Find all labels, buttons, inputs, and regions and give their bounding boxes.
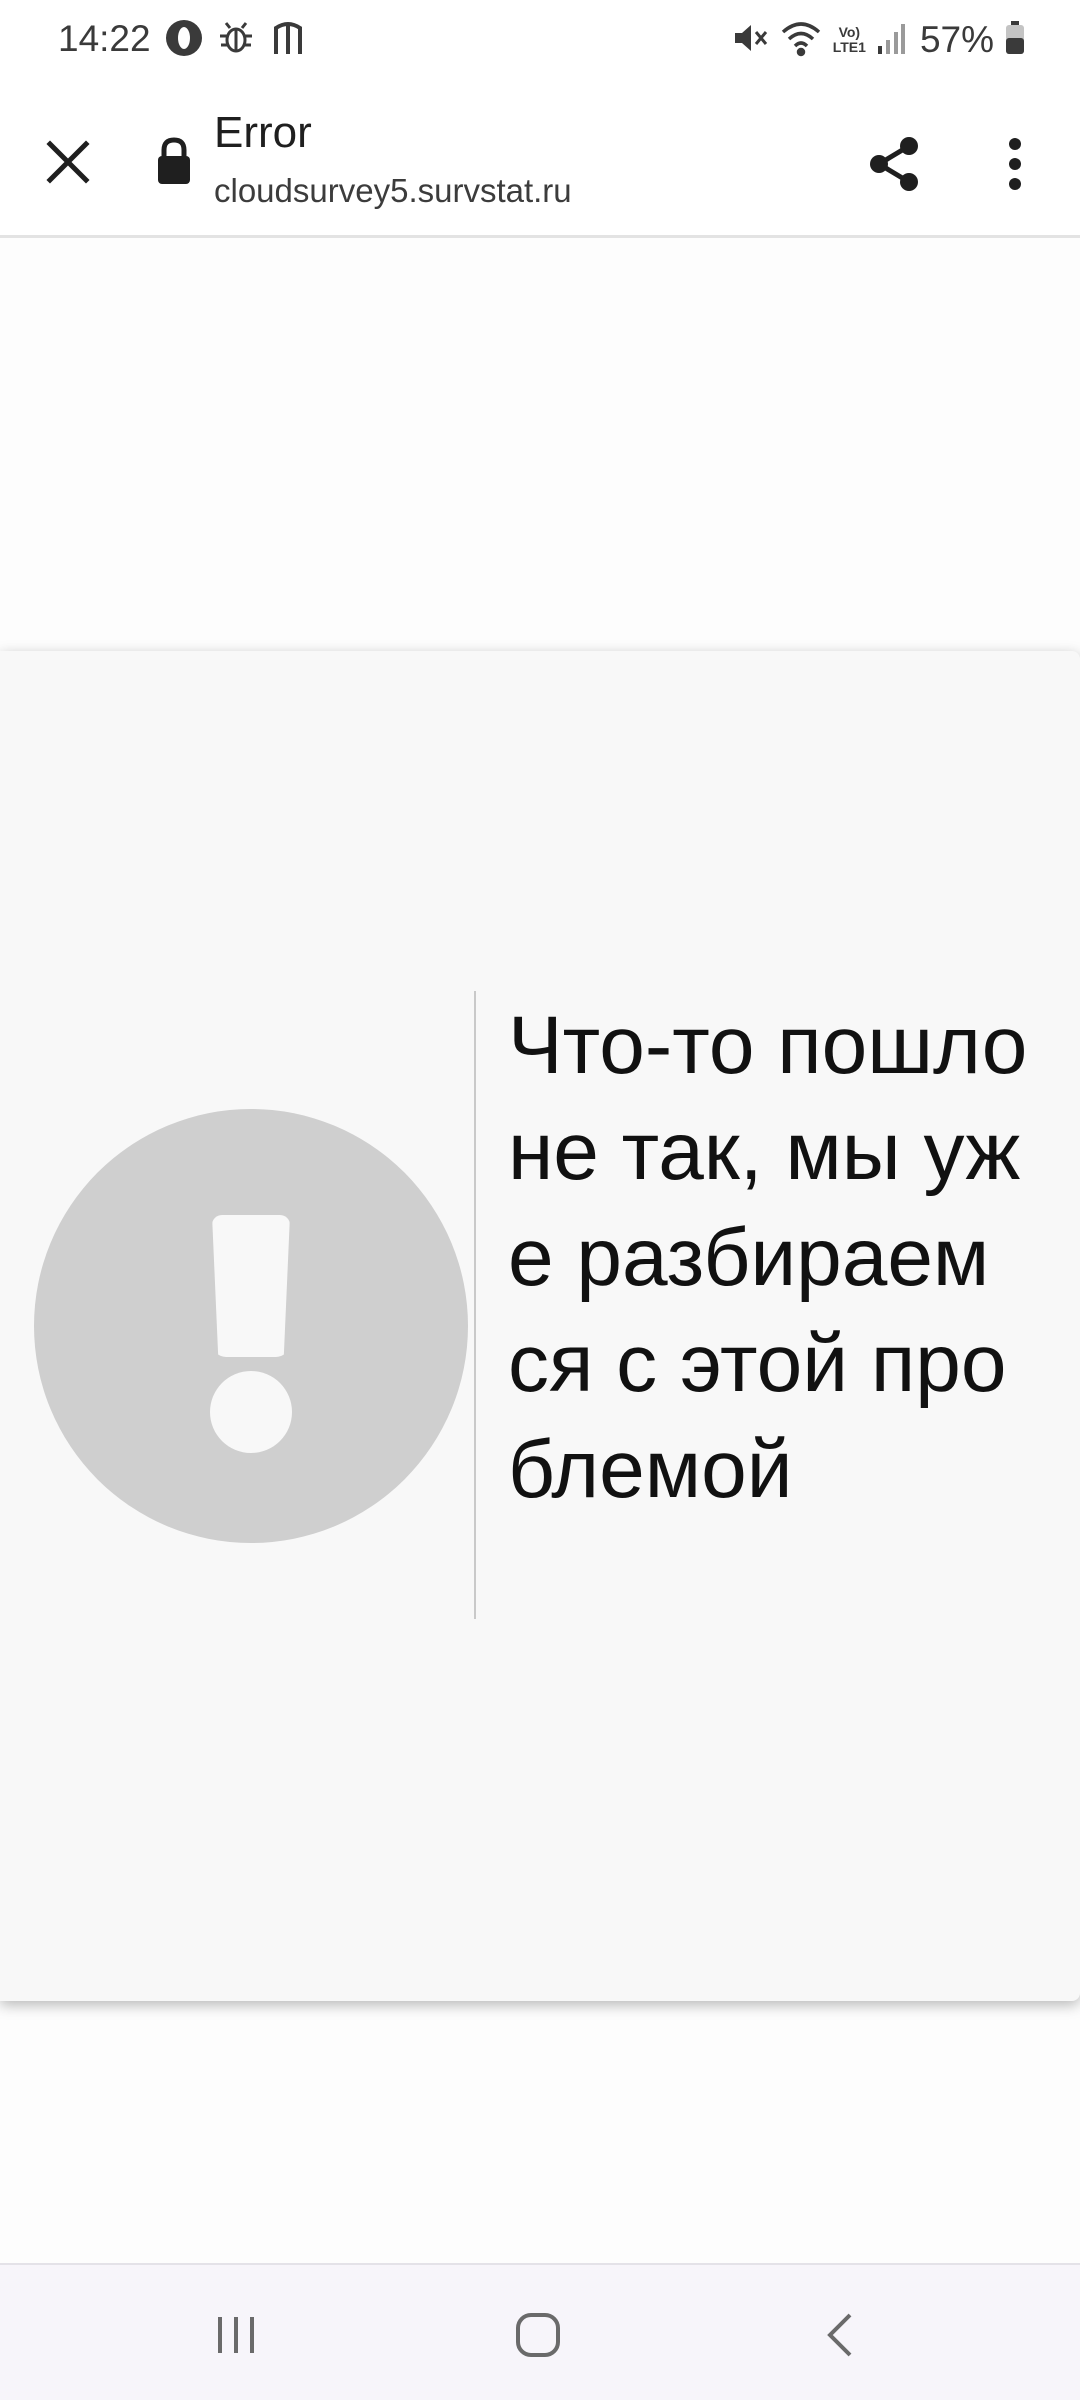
back-button[interactable] xyxy=(790,2295,890,2375)
lock-icon[interactable] xyxy=(156,136,192,186)
recent-apps-button[interactable] xyxy=(186,2295,286,2375)
network-label: Vo) LTE1 xyxy=(833,25,866,55)
opera-icon xyxy=(164,18,204,63)
app-icon xyxy=(268,18,308,63)
status-bar: 14:22 Vo) LTE1 57% xyxy=(0,0,1080,80)
share-button[interactable] xyxy=(852,122,936,206)
more-vert-icon xyxy=(1009,138,1021,190)
wifi-icon xyxy=(779,18,823,63)
share-icon xyxy=(870,137,918,191)
home-button[interactable] xyxy=(488,2295,588,2375)
status-time: 14:22 xyxy=(58,18,151,59)
exclamation-icon xyxy=(212,1215,290,1357)
signal-icon xyxy=(876,20,906,61)
volte-label: Vo) xyxy=(838,24,861,40)
recent-apps-icon xyxy=(218,2317,254,2353)
lte-label: LTE1 xyxy=(832,39,866,55)
more-options-button[interactable] xyxy=(980,122,1050,206)
status-notification-icons xyxy=(164,18,308,62)
error-icon-circle xyxy=(34,1109,468,1543)
web-content: Что-то пошло не так, мы уже разбираемся … xyxy=(0,241,1080,2263)
back-icon xyxy=(827,2313,852,2357)
divider xyxy=(474,991,476,1619)
battery-icon xyxy=(1004,20,1026,61)
close-button[interactable] xyxy=(28,122,108,202)
bug-icon xyxy=(216,18,256,63)
error-message: Что-то пошло не так, мы уже разбираемся … xyxy=(508,1000,1028,1515)
navigation-bar xyxy=(0,2263,1080,2400)
page-url[interactable]: cloudsurvey5.survstat.ru xyxy=(214,172,572,210)
error-card: Что-то пошло не так, мы уже разбираемся … xyxy=(0,651,1080,2001)
page-title[interactable]: Error xyxy=(214,108,312,158)
home-icon xyxy=(516,2313,560,2357)
battery-percent: 57% xyxy=(919,19,994,60)
exclamation-dot xyxy=(210,1371,292,1453)
screen: 14:22 Vo) LTE1 57% Error cloudsurvey5.su… xyxy=(0,0,1080,2400)
mute-icon xyxy=(729,18,769,63)
status-system-icons: Vo) LTE1 57% xyxy=(729,16,1026,64)
close-icon xyxy=(46,140,90,184)
browser-toolbar: Error cloudsurvey5.survstat.ru xyxy=(0,80,1080,238)
